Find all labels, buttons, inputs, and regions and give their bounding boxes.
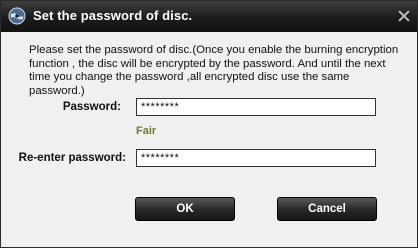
password-strength-indicator: Fair (136, 125, 157, 137)
instruction-message: Please set the password of disc.(Once yo… (29, 44, 399, 97)
password-label: Password: (62, 101, 121, 113)
ok-button[interactable]: OK (135, 197, 235, 221)
disc-globe-icon (8, 7, 26, 25)
reenter-password-label: Re-enter password: (18, 152, 126, 164)
dialog-title: Set the password of disc. (33, 8, 193, 23)
title-bar[interactable]: Set the password of disc. (1, 1, 417, 32)
reenter-password-field[interactable] (136, 149, 376, 167)
dialog-body: Please set the password of disc.(Once yo… (1, 32, 417, 247)
password-field[interactable] (136, 98, 376, 116)
cancel-button[interactable]: Cancel (277, 197, 377, 221)
close-icon[interactable] (397, 9, 411, 23)
set-password-dialog: Set the password of disc. Please set the… (0, 0, 418, 248)
